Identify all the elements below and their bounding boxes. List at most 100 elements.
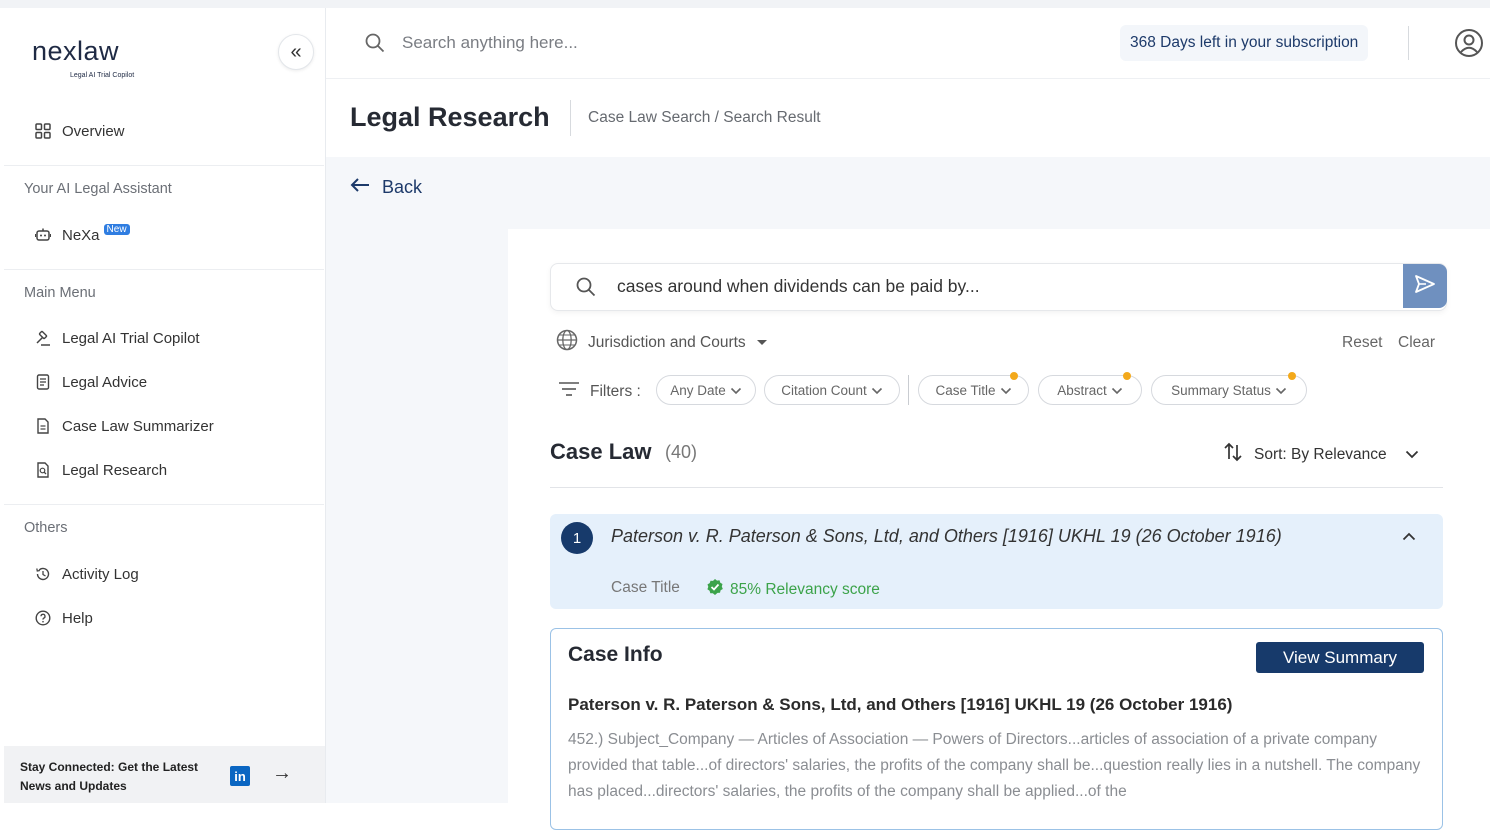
divider bbox=[908, 375, 909, 405]
case-info-card: Case Info View Summary Paterson v. R. Pa… bbox=[550, 628, 1443, 830]
sort-dropdown[interactable]: Sort: By Relevance bbox=[1222, 441, 1419, 468]
reset-button[interactable]: Reset bbox=[1342, 334, 1383, 352]
sidebar-item-label: Case Law Summarizer bbox=[62, 417, 214, 435]
jurisdiction-dropdown[interactable]: Jurisdiction and Courts bbox=[556, 329, 768, 356]
filter-case-title[interactable]: Case Title bbox=[918, 372, 1029, 405]
logo[interactable]: nexlaw Legal AI Trial Copilot bbox=[32, 36, 152, 84]
new-badge: New bbox=[103, 223, 130, 235]
sidebar-item-overview[interactable]: Overview bbox=[34, 122, 125, 140]
query-input[interactable]: cases around when dividends can be paid … bbox=[617, 276, 980, 297]
search-icon bbox=[364, 32, 386, 59]
filter-citation-count[interactable]: Citation Count bbox=[764, 375, 900, 405]
sidebar-item-label: NeXa bbox=[62, 226, 100, 244]
case-law-heading: Case Law bbox=[550, 439, 652, 464]
sidebar-item-label: Legal Advice bbox=[62, 373, 148, 391]
active-filter-dot bbox=[1010, 372, 1018, 380]
active-filter-dot bbox=[1123, 372, 1131, 380]
chip-label: Summary Status bbox=[1171, 382, 1271, 398]
divider bbox=[4, 504, 324, 505]
jurisdiction-label: Jurisdiction and Courts bbox=[588, 333, 746, 351]
sidebar-item-legal-ai-trial-copilot[interactable]: Legal AI Trial Copilot bbox=[34, 329, 200, 347]
chip-label: Any Date bbox=[670, 382, 726, 398]
help-icon bbox=[34, 609, 52, 627]
sidebar-item-label: Activity Log bbox=[62, 565, 139, 583]
sidebar-item-activity-log[interactable]: Activity Log bbox=[34, 565, 139, 583]
case-info-heading: Case Info bbox=[568, 643, 663, 666]
history-icon bbox=[34, 565, 52, 583]
caret-down-icon bbox=[756, 334, 768, 352]
result-meta-label: Case Title bbox=[611, 579, 680, 596]
chip-label: Abstract bbox=[1057, 382, 1107, 398]
result-title[interactable]: Paterson v. R. Paterson & Sons, Ltd, and… bbox=[611, 526, 1282, 547]
back-label: Back bbox=[382, 177, 423, 197]
query-search-box[interactable]: cases around when dividends can be paid … bbox=[550, 263, 1447, 311]
chip-label: Citation Count bbox=[781, 382, 867, 398]
relevancy-score: 85% Relevancy score bbox=[706, 578, 880, 601]
search-results-panel: cases around when dividends can be paid … bbox=[508, 229, 1490, 830]
section-label-others: Others bbox=[24, 520, 68, 536]
chevron-up-icon[interactable] bbox=[1402, 528, 1416, 546]
case-excerpt: 452.) Subject_Company — Articles of Asso… bbox=[568, 731, 1421, 800]
title-row: Legal Research Case Law Search / Search … bbox=[326, 79, 1490, 157]
section-label-assistant: Your AI Legal Assistant bbox=[24, 181, 172, 197]
chevron-down-icon bbox=[1405, 446, 1419, 464]
document-icon bbox=[34, 417, 52, 435]
divider bbox=[570, 100, 571, 136]
sidebar-item-label: Help bbox=[62, 609, 93, 627]
sort-label: Sort: By Relevance bbox=[1254, 445, 1387, 463]
send-button[interactable] bbox=[1403, 264, 1447, 308]
sidebar-item-legal-advice[interactable]: Legal Advice bbox=[34, 373, 147, 391]
sidebar-item-label: Legal Research bbox=[62, 461, 168, 479]
stay-connected-banner[interactable]: Stay Connected: Get the Latest News and … bbox=[4, 746, 325, 803]
case-name: Paterson v. R. Paterson & Sons, Ltd, and… bbox=[568, 695, 1233, 714]
user-profile-icon[interactable] bbox=[1454, 28, 1484, 63]
active-filter-dot bbox=[1288, 372, 1296, 380]
page-title: Legal Research bbox=[350, 102, 550, 132]
robot-icon bbox=[34, 226, 52, 244]
chevron-down-icon bbox=[1000, 383, 1012, 398]
sidebar: nexlaw Legal AI Trial Copilot « Overview… bbox=[0, 8, 326, 803]
relevancy-text: 85% Relevancy score bbox=[730, 580, 880, 598]
filter-any-date[interactable]: Any Date bbox=[656, 375, 756, 405]
arrow-right-icon[interactable]: → bbox=[272, 762, 292, 785]
back-button[interactable]: Back bbox=[350, 177, 422, 198]
globe-icon bbox=[556, 329, 578, 356]
filter-abstract[interactable]: Abstract bbox=[1038, 372, 1142, 405]
main-content: Back cases around when dividends can be … bbox=[326, 157, 1490, 830]
filter-summary-status[interactable]: Summary Status bbox=[1151, 372, 1307, 405]
arrow-left-icon bbox=[350, 177, 370, 198]
chevron-down-icon bbox=[730, 383, 742, 398]
check-badge-icon bbox=[706, 578, 724, 601]
chip-label: Case Title bbox=[935, 382, 996, 398]
breadcrumb: Case Law Search / Search Result bbox=[588, 109, 821, 126]
result-item[interactable]: 1 Paterson v. R. Paterson & Sons, Ltd, a… bbox=[550, 514, 1443, 609]
document-list-icon bbox=[34, 373, 52, 391]
sidebar-item-nexa[interactable]: NeXa New bbox=[34, 223, 130, 244]
divider bbox=[550, 487, 1443, 488]
send-icon bbox=[1414, 274, 1436, 299]
sidebar-item-case-law-summarizer[interactable]: Case Law Summarizer bbox=[34, 417, 214, 435]
sidebar-item-legal-research[interactable]: Legal Research bbox=[34, 461, 167, 479]
sidebar-item-help[interactable]: Help bbox=[34, 609, 93, 627]
grid-icon bbox=[34, 122, 52, 140]
subscription-status: 368 Days left in your subscription bbox=[1120, 25, 1369, 61]
collapse-sidebar-button[interactable]: « bbox=[278, 34, 314, 70]
result-index: 1 bbox=[561, 522, 593, 554]
case-law-count: (40) bbox=[665, 442, 698, 462]
clear-button[interactable]: Clear bbox=[1398, 334, 1435, 352]
linkedin-icon[interactable]: in bbox=[230, 766, 250, 786]
section-label-main-menu: Main Menu bbox=[24, 285, 96, 301]
divider bbox=[4, 165, 324, 166]
chevron-down-icon bbox=[871, 383, 883, 398]
chevron-down-icon bbox=[1111, 383, 1123, 398]
document-search-icon bbox=[34, 461, 52, 479]
double-chevron-left-icon: « bbox=[290, 40, 302, 63]
search-icon bbox=[575, 276, 597, 303]
sidebar-item-label: Overview bbox=[62, 122, 125, 140]
view-summary-button[interactable]: View Summary bbox=[1256, 642, 1424, 673]
gavel-icon bbox=[34, 329, 52, 347]
stay-connected-text: Stay Connected: Get the Latest News and … bbox=[20, 760, 199, 793]
logo-text: nexlaw bbox=[32, 36, 120, 66]
global-search-input[interactable]: Search anything here... bbox=[402, 33, 578, 53]
sort-arrows-icon bbox=[1222, 441, 1244, 468]
